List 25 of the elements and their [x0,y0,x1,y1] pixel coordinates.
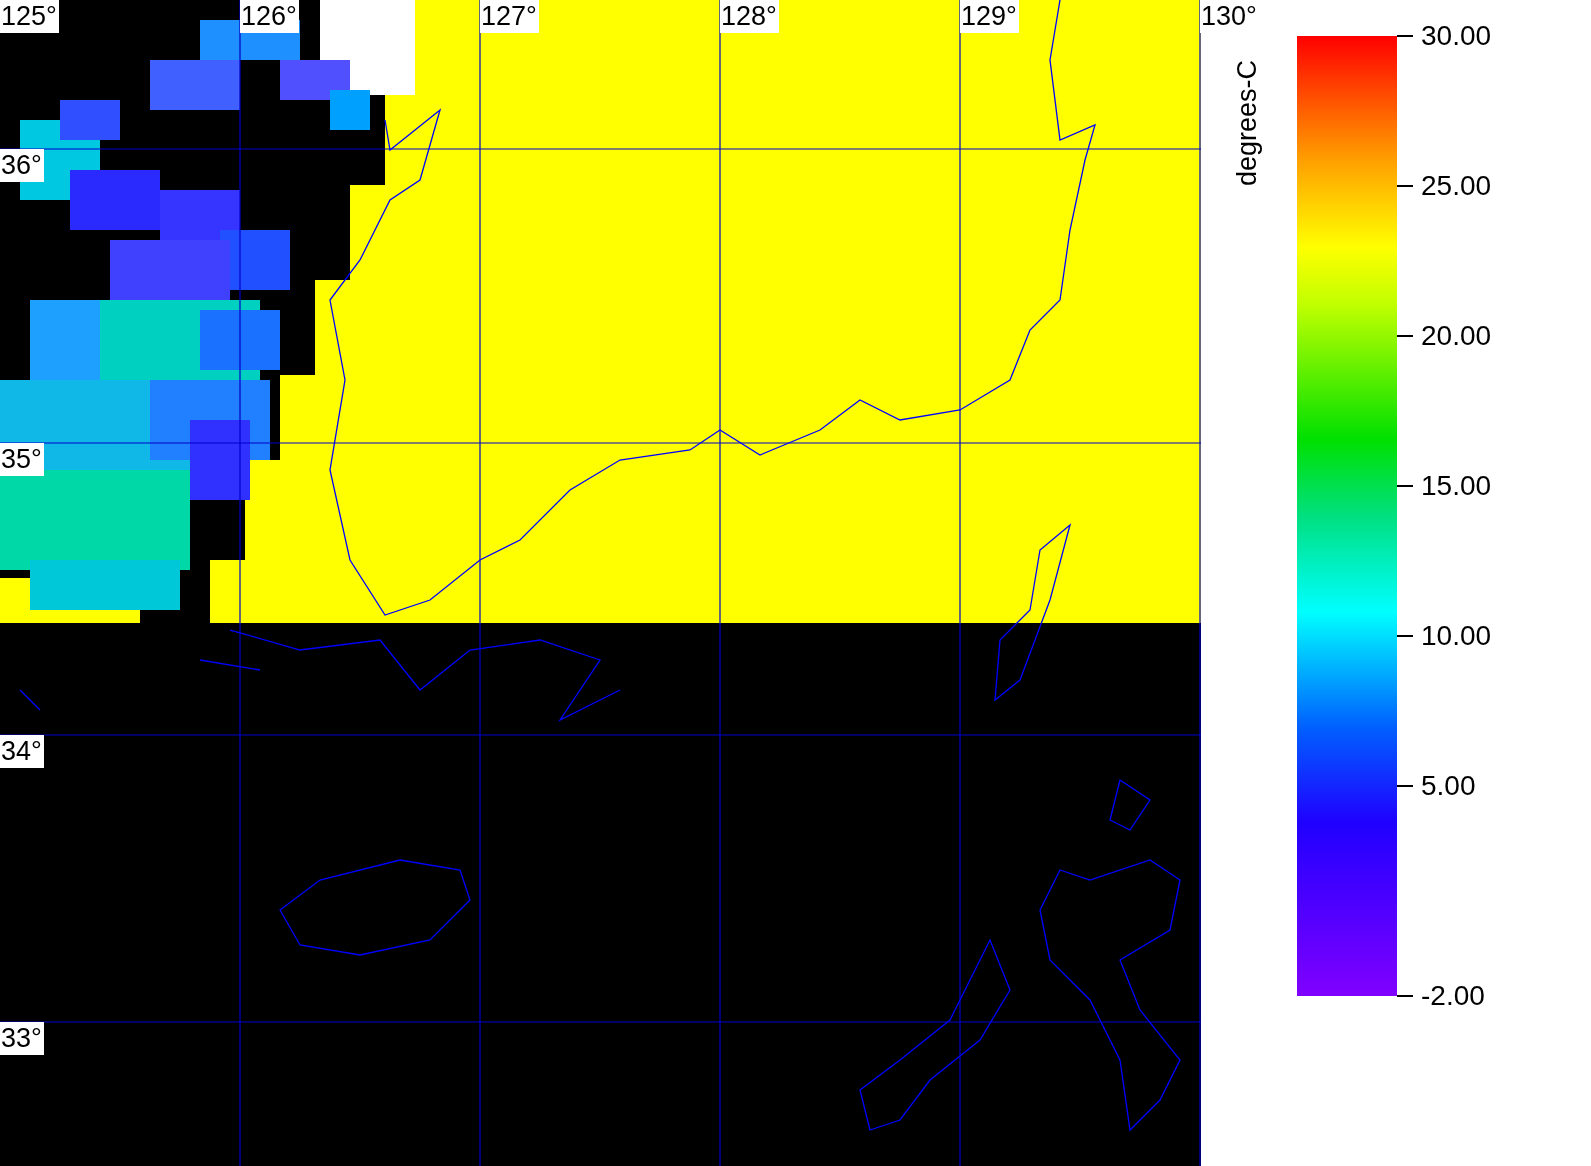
tick-label: 30.00 [1420,20,1492,52]
longitude-label: 126° [240,0,299,33]
latitude-label: 36° [0,149,44,182]
tick-mark [1397,635,1413,637]
tick-label: -2.00 [1420,980,1485,1012]
tick-label: 15.00 [1420,470,1492,502]
tick-mark [1397,35,1413,37]
tick-mark [1397,485,1413,487]
latitude-label: 34° [0,735,44,768]
tick-label: 25.00 [1420,170,1492,202]
tick-mark [1397,185,1413,187]
longitude-label: 128° [720,0,779,33]
latitude-label: 35° [0,443,44,476]
tick-label: 5.00 [1420,770,1476,802]
colorbar-title: degrees-C [1231,58,1263,186]
tick-label: 20.00 [1420,320,1492,352]
tick-label: 10.00 [1420,620,1492,652]
tick-mark [1397,785,1413,787]
longitude-label: 125° [0,0,59,33]
tick-mark [1397,335,1413,337]
longitude-label: 129° [960,0,1019,33]
tick-mark [1397,995,1413,997]
longitude-label: 130° [1200,0,1259,33]
latitude-label: 33° [0,1022,44,1055]
longitude-label: 127° [480,0,539,33]
